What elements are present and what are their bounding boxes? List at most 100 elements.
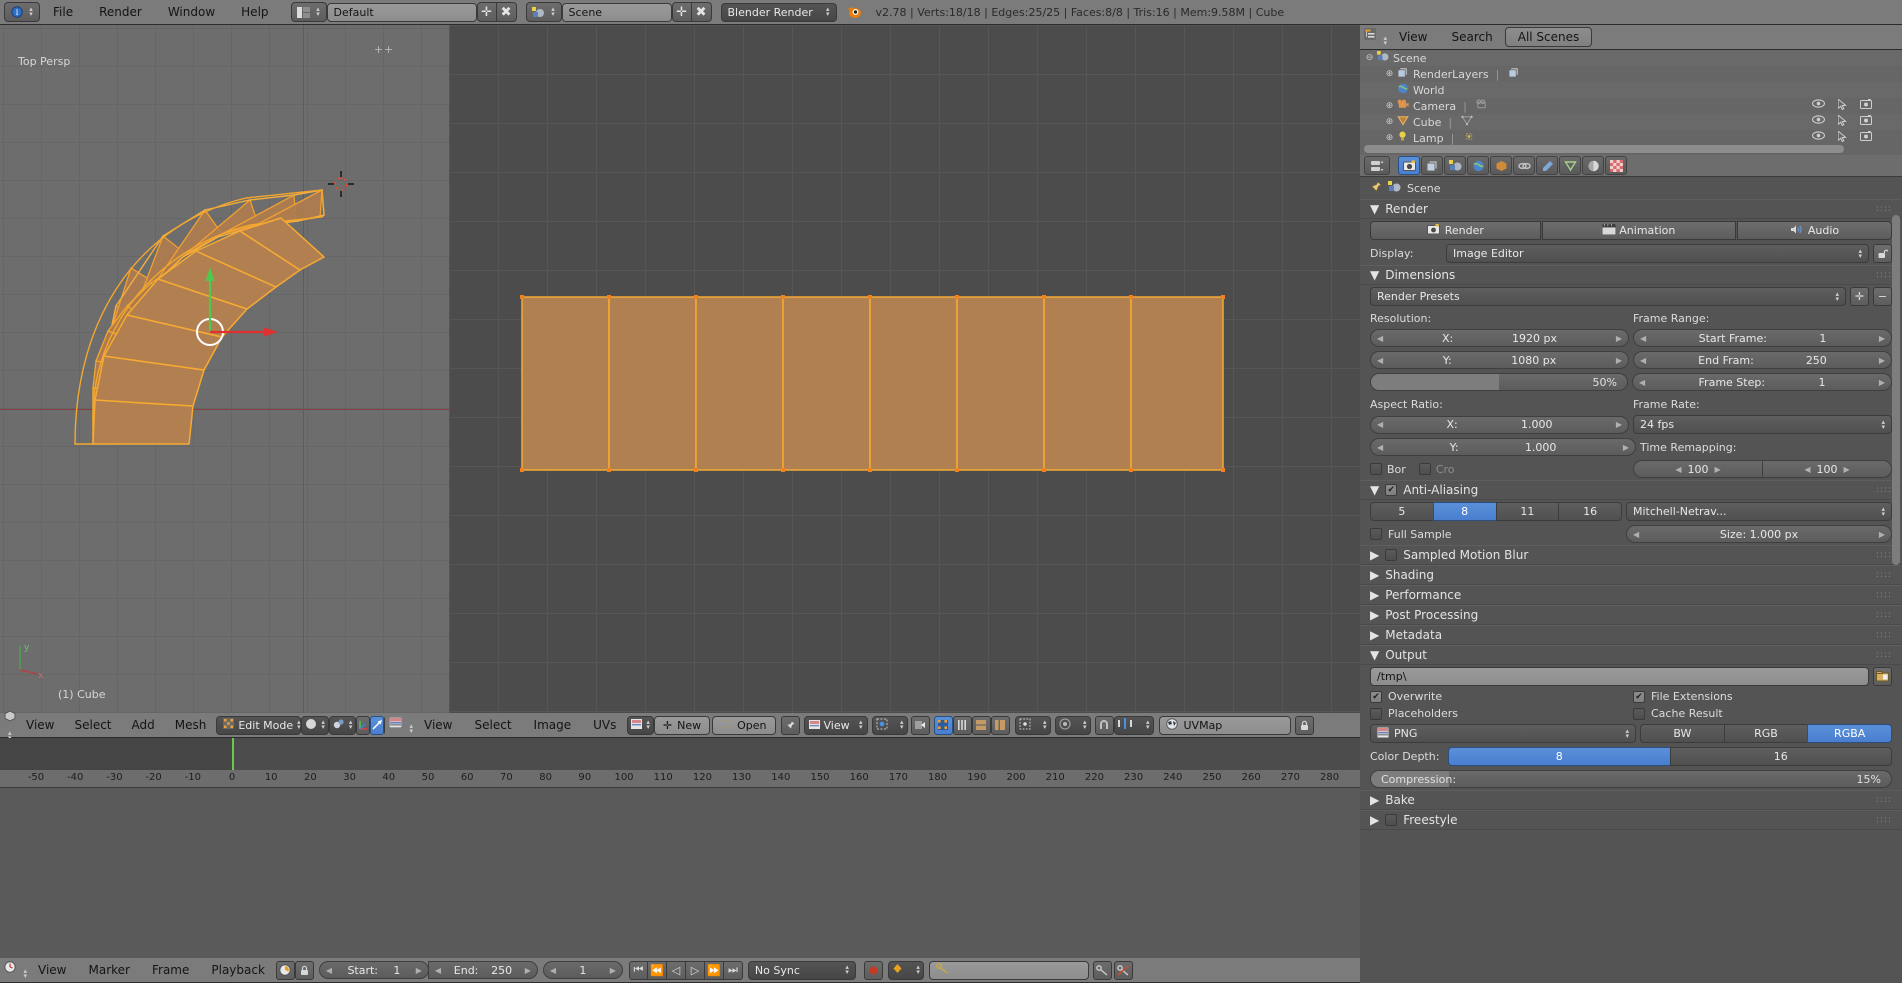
play-reverse-icon[interactable]: ◁ <box>666 960 686 980</box>
aa-samples-option-8[interactable]: 8 <box>1432 502 1496 521</box>
editor-type-icon[interactable]: i ▴ ▾ <box>4 2 40 22</box>
record-icon[interactable] <box>863 960 883 980</box>
timeline-icon[interactable]: ▴ ▾ <box>4 961 27 980</box>
panel-header-shading[interactable]: ▶ Shading:::: <box>1360 565 1902 585</box>
file-format-select[interactable]: PNG ▴ ▾ <box>1370 724 1636 743</box>
properties-editor[interactable]: Scene ▼ Render :::: Render Animation Aud… <box>1360 155 1902 983</box>
outliner-row-cube[interactable]: ⊕ Cube | <box>1360 113 1902 130</box>
render-button[interactable]: Render <box>1370 221 1541 240</box>
uv-image-editor[interactable] <box>449 25 1360 713</box>
properties-tab-modifiers[interactable] <box>1536 156 1558 175</box>
properties-tab-object-data[interactable] <box>1559 156 1581 175</box>
crop-checkbox[interactable] <box>1418 463 1431 475</box>
anti-aliasing-checkbox[interactable]: ✔ <box>1385 484 1398 496</box>
proportional-edit-select[interactable]: ▴ ▾ <box>1054 715 1091 735</box>
end-frame-field[interactable]: ◀ End: 250 ▶ <box>427 961 538 979</box>
timeline-menu-frame[interactable]: Frame <box>141 958 200 983</box>
cursor-arrow-icon[interactable] <box>1837 97 1847 113</box>
screen-layout-field[interactable]: Default <box>326 2 477 22</box>
properties-tab-object[interactable] <box>1490 156 1512 175</box>
timeline-menu-marker[interactable]: Marker <box>78 958 141 983</box>
viewport-toolshelf-toggle[interactable]: + <box>374 43 383 56</box>
viewport-menu-select[interactable]: Select <box>64 713 121 738</box>
menu-window[interactable]: Window <box>155 0 228 25</box>
panel-header-post-processing[interactable]: ▶ Post Processing:::: <box>1360 605 1902 625</box>
lock-icon[interactable] <box>1294 715 1314 735</box>
camera-render-icon[interactable] <box>1860 131 1872 145</box>
properties-tab-world[interactable] <box>1467 156 1489 175</box>
cursor-arrow-icon[interactable] <box>1837 129 1847 145</box>
properties-tab-render[interactable] <box>1398 156 1420 175</box>
prev-keyframe-icon[interactable]: ⏪ <box>647 960 667 980</box>
timeline-ruler[interactable]: -50 -40 -30 -20 -10 0 10 20 30 40 50 60 70 80 90 100 110… <box>0 770 1360 788</box>
sticky-selection-select[interactable]: ▴ ▾ <box>1014 715 1051 735</box>
panel-header-render[interactable]: ▼ Render :::: <box>1360 199 1902 219</box>
timeline-track[interactable] <box>0 738 1360 770</box>
keying-set-field[interactable] <box>928 960 1089 980</box>
scene-icon[interactable]: ▴ ▾ <box>525 2 562 22</box>
aa-samples-segmented[interactable]: 5 8 11 16 <box>1370 502 1622 521</box>
cursor-arrow-icon[interactable] <box>1837 113 1847 129</box>
color-mode-option-rgba[interactable]: RGBA <box>1807 724 1893 743</box>
snap-magnet-icon[interactable] <box>1094 715 1114 735</box>
record-autokey-icon[interactable] <box>275 960 295 980</box>
uv-menu-view[interactable]: View <box>413 713 463 738</box>
delete-screen-button[interactable]: ✖ <box>496 2 517 22</box>
viewport-menu-mesh[interactable]: Mesh <box>165 713 217 738</box>
resolution-x-field[interactable]: ◀ X: 1920 px ▶ <box>1370 329 1629 347</box>
eye-icon[interactable] <box>1811 131 1826 145</box>
uv-face-icon[interactable] <box>971 715 991 735</box>
image-view-mode-select[interactable]: View ▴ ▾ <box>803 715 868 735</box>
lock-icon[interactable] <box>294 960 314 980</box>
transform-manipulator[interactable] <box>190 255 300 355</box>
outliner-row-scene[interactable]: ⊖ Scene <box>1360 50 1902 66</box>
properties-tab-scene[interactable] <box>1444 156 1466 175</box>
outliner-icon[interactable]: ▴ ▾ <box>1364 28 1387 47</box>
outliner-row-camera[interactable]: ⊕ Camera | <box>1360 97 1902 114</box>
unlock-icon[interactable] <box>1873 244 1892 263</box>
aspect-x-field[interactable]: ◀ X: 1.000 ▶ <box>1370 415 1629 434</box>
outliner-menu-search[interactable]: Search <box>1440 25 1505 50</box>
image-datablock-select[interactable]: ▴ ▾ <box>627 715 654 735</box>
jump-to-start-icon[interactable]: ⏮ <box>628 960 648 980</box>
panel-header-output[interactable]: ▼ Output :::: <box>1360 645 1902 665</box>
panel-checkbox[interactable] <box>1385 549 1398 561</box>
panel-header-sampled-motion-blur[interactable]: ▶ Sampled Motion Blur:::: <box>1360 545 1902 565</box>
expander-toggle-icon[interactable]: ⊕ <box>1384 101 1395 111</box>
timeline-menu-view[interactable]: View <box>27 958 77 983</box>
viewport-menu-view[interactable]: View <box>16 713 64 738</box>
expander-toggle-icon[interactable]: ⊕ <box>1384 133 1395 143</box>
compression-slider[interactable]: Compression: 15% <box>1370 770 1892 788</box>
outliner-horizontal-scrollbar[interactable] <box>1364 145 1844 153</box>
uv-image-editor-icon[interactable]: ▴ ▾ <box>388 716 413 734</box>
menu-help[interactable]: Help <box>228 0 281 25</box>
pin-icon[interactable] <box>1370 181 1382 196</box>
time-remap-old-field[interactable]: ◀ 100 ▶ <box>1633 460 1763 478</box>
aa-samples-option-16[interactable]: 16 <box>1558 502 1622 521</box>
pin-icon[interactable] <box>780 715 800 735</box>
outliner-editor[interactable]: ▴ ▾ View Search All Scenes ⊖ Scene ⊕ RenderL… <box>1360 25 1902 155</box>
audio-button[interactable]: Audio <box>1736 221 1892 240</box>
placeholders-checkbox[interactable] <box>1370 707 1382 720</box>
uv-edge-icon[interactable] <box>952 715 972 735</box>
outliner-row-lamp[interactable]: ⊕ Lamp | <box>1360 129 1902 146</box>
properties-tab-texture[interactable] <box>1605 156 1627 175</box>
folder-icon[interactable] <box>1873 667 1892 686</box>
add-scene-button[interactable]: ✛ <box>671 2 692 22</box>
render-engine-select[interactable]: Blender Render ▴ ▾ <box>720 2 837 22</box>
panel-header-metadata[interactable]: ▶ Metadata:::: <box>1360 625 1902 645</box>
next-keyframe-icon[interactable]: ⏩ <box>704 960 724 980</box>
outliner-row-world[interactable]: World <box>1360 82 1902 98</box>
time-remap-new-field[interactable]: ◀ 100 ▶ <box>1762 460 1892 478</box>
eye-icon[interactable] <box>1811 99 1826 113</box>
start-frame-field[interactable]: ◀ Start: 1 ▶ <box>318 961 429 979</box>
panel-header-performance[interactable]: ▶ Performance:::: <box>1360 585 1902 605</box>
panel-header-bake[interactable]: ▶ Bake :::: <box>1360 790 1902 810</box>
animation-button[interactable]: Animation <box>1541 221 1736 240</box>
jump-to-end-icon[interactable]: ⏭ <box>723 960 743 980</box>
new-image-button[interactable]: ✛ New <box>653 715 711 735</box>
timeline-playhead[interactable] <box>232 738 234 770</box>
timeline-body[interactable] <box>0 788 1360 958</box>
interaction-mode-select[interactable]: Edit Mode ▴ ▾ <box>216 715 302 735</box>
display-mode-select[interactable]: Image Editor ▴ ▾ <box>1446 244 1869 263</box>
